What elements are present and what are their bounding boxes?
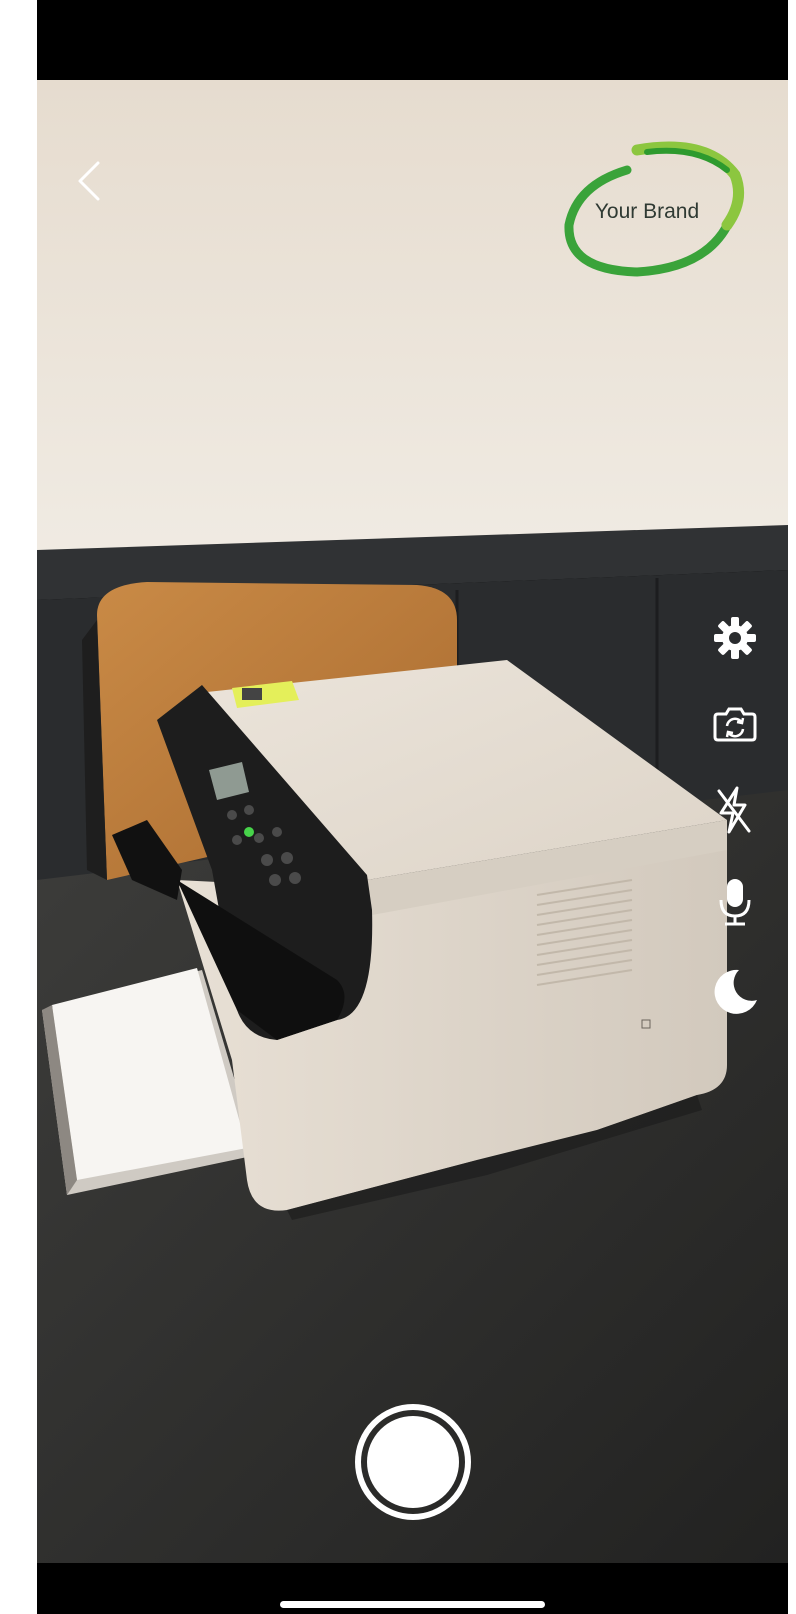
shutter-icon (367, 1416, 459, 1508)
camera-viewfinder: Your Brand (37, 80, 788, 1563)
microphone-icon (719, 879, 751, 926)
camera-screen: Your Brand (37, 0, 788, 1614)
moon-icon (714, 969, 757, 1014)
settings-button[interactable] (707, 610, 763, 666)
shutter-ring (355, 1404, 471, 1520)
chevron-left-icon (78, 161, 100, 201)
shutter-button[interactable] (349, 1398, 477, 1526)
night-mode-button[interactable] (705, 962, 765, 1022)
viewfinder-scene (37, 80, 788, 1563)
home-indicator[interactable] (280, 1601, 545, 1608)
flash-off-icon (717, 786, 751, 834)
brand-logo: Your Brand (557, 140, 747, 280)
flip-camera-button[interactable] (707, 696, 763, 752)
flash-button[interactable] (705, 782, 761, 838)
back-button[interactable] (67, 151, 111, 211)
gear-icon (714, 617, 756, 659)
camera-flip-icon (713, 707, 757, 742)
brand-text: Your Brand (594, 200, 700, 223)
microphone-button[interactable] (707, 872, 763, 932)
